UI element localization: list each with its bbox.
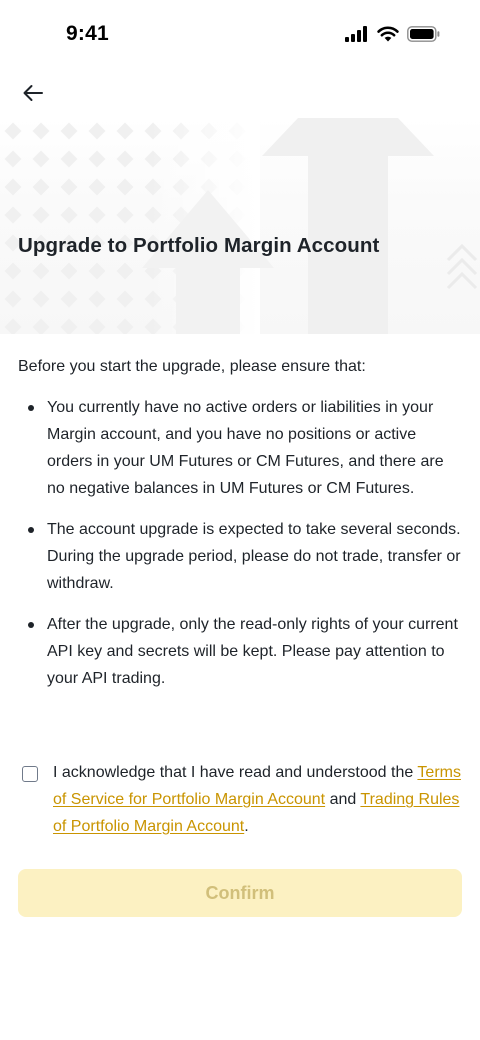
- arrow-left-icon: [23, 85, 43, 101]
- signal-icon: [345, 26, 367, 42]
- bullet-dot: [28, 405, 34, 411]
- list-item-text: After the upgrade, only the read-only ri…: [47, 616, 458, 687]
- status-icons: [345, 26, 440, 42]
- wifi-icon: [377, 26, 399, 42]
- requirements-list: You currently have no active orders or l…: [18, 394, 462, 706]
- list-item-text: You currently have no active orders or l…: [47, 399, 444, 497]
- acknowledge-connector: and: [325, 791, 361, 808]
- list-item: You currently have no active orders or l…: [18, 394, 462, 502]
- battery-icon: [407, 26, 440, 42]
- acknowledge-prefix: I acknowledge that I have read and under…: [53, 764, 418, 781]
- bullet-dot: [28, 527, 34, 533]
- acknowledge-row: I acknowledge that I have read and under…: [22, 759, 462, 840]
- intro-text: Before you start the upgrade, please ens…: [18, 358, 366, 375]
- list-item: After the upgrade, only the read-only ri…: [18, 611, 462, 692]
- confirm-button[interactable]: Confirm: [18, 869, 462, 917]
- list-item-text: The account upgrade is expected to take …: [47, 521, 461, 592]
- banner-decoration: [0, 118, 478, 334]
- list-item: The account upgrade is expected to take …: [18, 516, 462, 597]
- back-button[interactable]: [18, 78, 48, 108]
- page-title: Upgrade to Portfolio Margin Account: [18, 234, 380, 257]
- acknowledge-checkbox[interactable]: [22, 766, 38, 782]
- acknowledge-text: I acknowledge that I have read and under…: [53, 759, 462, 840]
- status-time: 9:41: [66, 22, 109, 45]
- header-banner: [0, 118, 480, 334]
- acknowledge-suffix: .: [244, 818, 249, 835]
- bullet-dot: [28, 622, 34, 628]
- upgrade-page: 9:41 Upgrade to Portfolio Margin Account…: [0, 0, 480, 1040]
- status-bar: 9:41: [0, 0, 480, 72]
